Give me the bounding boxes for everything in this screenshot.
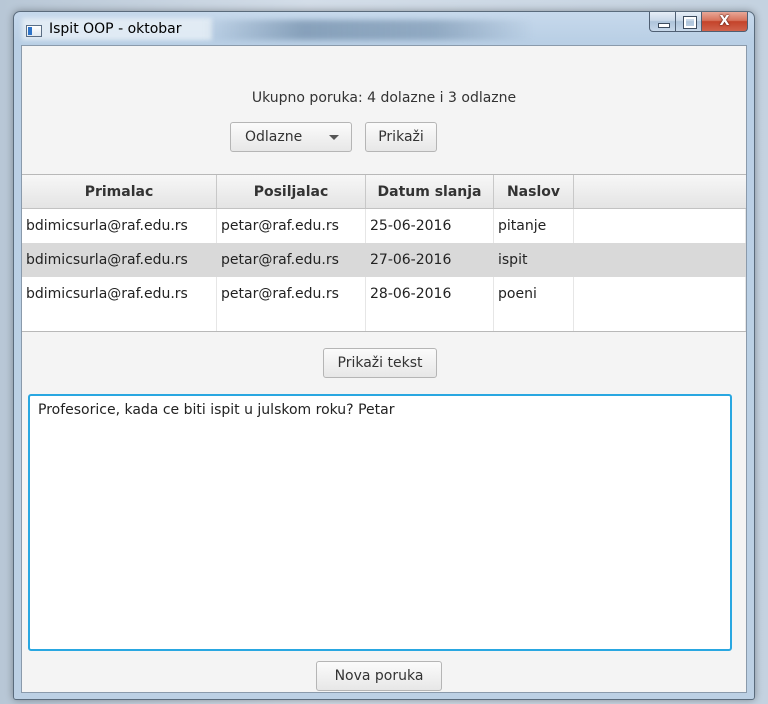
new-message-button[interactable]: Nova poruka: [316, 661, 442, 691]
cell-empty: [22, 311, 217, 331]
message-text-area[interactable]: Profesorice, kada ce biti ispit u julsko…: [28, 394, 732, 651]
column-header-recipient[interactable]: Primalac: [22, 175, 217, 208]
chevron-down-icon: [329, 135, 339, 140]
cell-empty: [217, 311, 366, 331]
cell-recipient: bdimicsurla@raf.edu.rs: [22, 209, 217, 243]
cell-subject: ispit: [494, 243, 574, 277]
cell-sender: petar@raf.edu.rs: [217, 243, 366, 277]
column-header-date[interactable]: Datum slanja: [366, 175, 494, 208]
combobox-selected-value: Odlazne: [245, 129, 303, 145]
show-button[interactable]: Prikaži: [365, 122, 437, 152]
window-title: Ispit OOP - oktobar: [49, 21, 182, 37]
cell-empty: [574, 311, 746, 331]
cell-date: 27-06-2016: [366, 243, 494, 277]
cell-filler: [574, 209, 746, 243]
cell-recipient: bdimicsurla@raf.edu.rs: [22, 277, 217, 311]
cell-date: 25-06-2016: [366, 209, 494, 243]
cell-filler: [574, 277, 746, 311]
cell-sender: petar@raf.edu.rs: [217, 277, 366, 311]
cell-recipient: bdimicsurla@raf.edu.rs: [22, 243, 217, 277]
show-text-button[interactable]: Prikaži tekst: [323, 348, 437, 378]
cell-date: 28-06-2016: [366, 277, 494, 311]
table-row[interactable]: bdimicsurla@raf.edu.rs petar@raf.edu.rs …: [22, 209, 746, 243]
cell-subject: pitanje: [494, 209, 574, 243]
cell-filler: [574, 243, 746, 277]
table-row[interactable]: bdimicsurla@raf.edu.rs petar@raf.edu.rs …: [22, 243, 746, 277]
minimize-button[interactable]: [649, 12, 676, 32]
minimize-icon: [658, 23, 670, 28]
message-summary: Ukupno poruka: 4 dolazne i 3 odlazne: [251, 90, 517, 106]
close-icon: X: [719, 14, 730, 29]
title-bar-blur: [204, 20, 534, 40]
messages-table: Primalac Posiljalac Datum slanja Naslov …: [22, 174, 746, 332]
message-type-combobox[interactable]: Odlazne: [230, 122, 352, 152]
maximize-button[interactable]: [676, 12, 702, 32]
column-header-sender[interactable]: Posiljalac: [217, 175, 366, 208]
cell-empty: [366, 311, 494, 331]
close-button[interactable]: X: [702, 12, 748, 32]
maximize-icon: [683, 16, 697, 29]
app-window: Ispit OOP - oktobar X Ukupno poruka: 4 d…: [13, 11, 755, 700]
caption-buttons: X: [649, 12, 748, 33]
column-header-filler: [574, 175, 746, 208]
cell-empty: [494, 311, 574, 331]
title-bar[interactable]: Ispit OOP - oktobar X: [14, 12, 754, 45]
table-header: Primalac Posiljalac Datum slanja Naslov: [22, 175, 746, 209]
table-row-empty[interactable]: [22, 311, 746, 331]
column-header-subject[interactable]: Naslov: [494, 175, 574, 208]
table-row[interactable]: bdimicsurla@raf.edu.rs petar@raf.edu.rs …: [22, 277, 746, 311]
cell-subject: poeni: [494, 277, 574, 311]
cell-sender: petar@raf.edu.rs: [217, 209, 366, 243]
client-area: Ukupno poruka: 4 dolazne i 3 odlazne Odl…: [21, 45, 747, 693]
app-window-icon[interactable]: [26, 25, 42, 37]
